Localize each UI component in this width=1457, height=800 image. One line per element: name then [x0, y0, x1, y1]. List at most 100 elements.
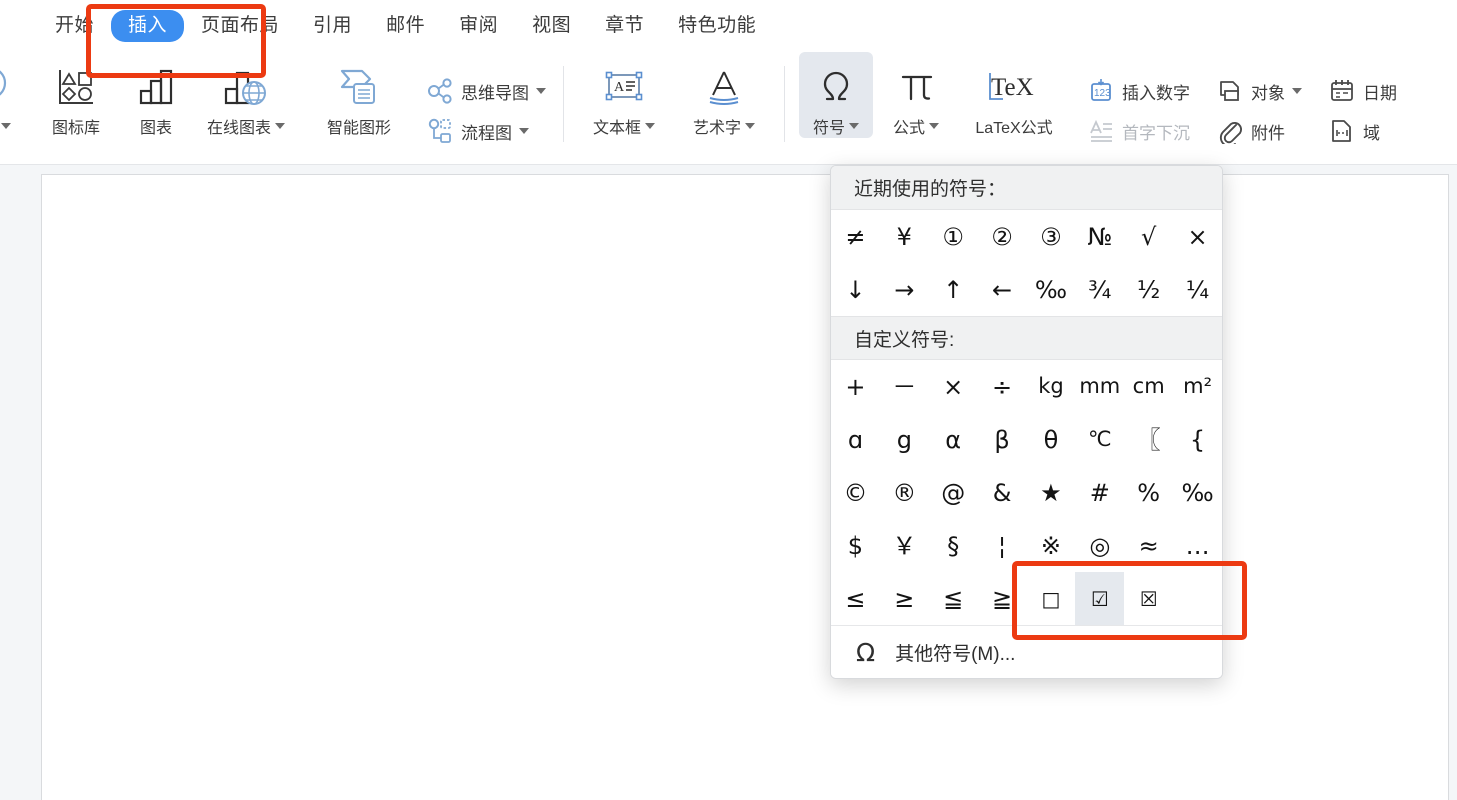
symbol-cell[interactable]: ↑ [929, 263, 978, 316]
latex-label: LaTeX公式 [975, 120, 1053, 137]
date-button[interactable]: 日期 [1321, 73, 1404, 109]
shapes-button[interactable]: 状 [0, 52, 22, 138]
chevron-down-icon[interactable] [1292, 88, 1302, 94]
chevron-down-icon[interactable] [645, 123, 655, 129]
ribbon-tab-bar: 开始 插入 页面布局 引用 邮件 审阅 视图 章节 特色功能 [0, 0, 1457, 52]
symbol-cell-checked-checkbox[interactable]: ☑ [1075, 572, 1125, 625]
symbol-cell[interactable]: √ [1124, 210, 1173, 263]
field-button[interactable]: 域 [1321, 113, 1404, 149]
symbol-cell[interactable]: ★ [1027, 466, 1076, 519]
symbol-cell-blank[interactable] [1173, 572, 1222, 625]
symbol-cell[interactable]: ※ [1027, 519, 1076, 572]
symbol-cell[interactable]: 〖 [1124, 413, 1173, 466]
tab-page-layout[interactable]: 页面布局 [184, 10, 296, 43]
tab-references[interactable]: 引用 [296, 10, 369, 43]
symbol-cell[interactable]: © [831, 466, 880, 519]
symbol-cell[interactable]: $ [831, 519, 880, 572]
symbol-button[interactable]: 符号 [799, 52, 873, 138]
insert-number-label: 插入数字 [1122, 83, 1190, 103]
symbol-cell[interactable]: → [880, 263, 929, 316]
symbol-cell[interactable]: ≥ [880, 572, 929, 625]
chevron-down-icon[interactable] [275, 123, 285, 129]
tab-mailings[interactable]: 邮件 [369, 10, 442, 43]
drop-cap-label: 首字下沉 [1122, 123, 1190, 143]
word-art-button[interactable]: 艺术字 [677, 52, 771, 138]
symbol-cell[interactable]: ≦ [929, 572, 978, 625]
symbol-cell[interactable]: ℃ [1075, 413, 1124, 466]
symbol-cell[interactable]: ≠ [831, 210, 880, 263]
symbol-cell[interactable]: g [880, 413, 929, 466]
tab-start[interactable]: 开始 [38, 10, 111, 43]
symbol-cell-empty-checkbox[interactable]: □ [1027, 572, 1076, 625]
symbol-cell[interactable]: ① [929, 210, 978, 263]
online-chart-button[interactable]: 在线图表 [199, 52, 293, 138]
symbol-cell[interactable]: { [1173, 413, 1222, 466]
chevron-down-icon[interactable] [1, 123, 11, 129]
smart-shape-button[interactable]: 智能图形 [312, 52, 406, 138]
symbol-cell[interactable]: cm [1124, 360, 1173, 413]
tab-view[interactable]: 视图 [515, 10, 588, 43]
symbol-cell[interactable]: ≈ [1124, 519, 1173, 572]
symbol-cell[interactable]: mm [1075, 360, 1124, 413]
symbol-cell[interactable]: § [929, 519, 978, 572]
symbol-cell[interactable]: & [978, 466, 1027, 519]
symbol-cell[interactable]: @ [929, 466, 978, 519]
tab-special-features[interactable]: 特色功能 [661, 10, 773, 43]
symbol-cell[interactable]: ½ [1124, 263, 1173, 316]
symbol-cell[interactable]: ÷ [978, 360, 1027, 413]
symbol-cell[interactable]: ￥ [880, 519, 929, 572]
symbol-cell[interactable]: ↓ [831, 263, 880, 316]
chevron-down-icon[interactable] [745, 123, 755, 129]
symbol-cell[interactable]: % [1124, 466, 1173, 519]
symbol-cell[interactable]: ¥ [880, 210, 929, 263]
symbol-cell[interactable]: ¼ [1173, 263, 1222, 316]
symbol-cell[interactable]: № [1075, 210, 1124, 263]
symbol-cell[interactable]: ≤ [831, 572, 880, 625]
symbol-cell[interactable]: ← [978, 263, 1027, 316]
icon-library-button[interactable]: 图标库 [39, 52, 113, 138]
text-box-button[interactable]: A 文本框 [577, 52, 671, 138]
formula-button[interactable]: 公式 [879, 52, 953, 138]
symbol-cell-crossed-checkbox[interactable]: ☒ [1124, 572, 1173, 625]
symbol-cell[interactable]: ≧ [978, 572, 1027, 625]
symbol-cell[interactable]: θ [1027, 413, 1076, 466]
chevron-down-icon[interactable] [849, 123, 859, 129]
symbol-cell[interactable]: ③ [1027, 210, 1076, 263]
symbol-cell[interactable]: ¾ [1075, 263, 1124, 316]
symbol-cell[interactable]: kg [1027, 360, 1076, 413]
flow-chart-button[interactable]: 流程图 [419, 113, 553, 149]
symbol-cell[interactable]: α [929, 413, 978, 466]
attachment-button[interactable]: 附件 [1209, 113, 1309, 149]
symbol-cell[interactable]: × [929, 360, 978, 413]
more-symbols-menu-item[interactable]: Ω 其他符号(M)... [831, 625, 1222, 678]
object-button[interactable]: 对象 [1209, 73, 1309, 109]
insert-number-button[interactable]: 123 插入数字 [1080, 73, 1197, 109]
date-field-group: 日期 域 [1321, 52, 1404, 164]
symbol-cell[interactable]: ② [978, 210, 1027, 263]
chart-button[interactable]: 图表 [119, 52, 193, 138]
tab-sections[interactable]: 章节 [588, 10, 661, 43]
drop-cap-button[interactable]: 首字下沉 [1080, 113, 1197, 149]
symbol-cell[interactable]: ɑ [831, 413, 880, 466]
symbol-cell[interactable]: m² [1173, 360, 1222, 413]
latex-button[interactable]: TeX LaTeX公式 [959, 52, 1069, 138]
symbol-cell[interactable]: + [831, 360, 880, 413]
svg-text:123: 123 [1094, 88, 1111, 99]
chevron-down-icon[interactable] [536, 88, 546, 94]
tab-review[interactable]: 审阅 [442, 10, 515, 43]
document-page[interactable] [42, 175, 1448, 800]
symbol-cell[interactable]: # [1075, 466, 1124, 519]
chevron-down-icon[interactable] [929, 123, 939, 129]
symbol-cell[interactable]: ® [880, 466, 929, 519]
chevron-down-icon[interactable] [519, 128, 529, 134]
symbol-cell[interactable]: ¦ [978, 519, 1027, 572]
mind-map-button[interactable]: 思维导图 [419, 73, 553, 109]
symbol-cell[interactable]: × [1173, 210, 1222, 263]
symbol-cell[interactable]: ◎ [1075, 519, 1124, 572]
symbol-cell[interactable]: β [978, 413, 1027, 466]
symbol-cell[interactable]: ‰ [1027, 263, 1076, 316]
symbol-cell[interactable]: … [1173, 519, 1222, 572]
symbol-cell[interactable]: ‰ [1173, 466, 1222, 519]
tab-insert[interactable]: 插入 [111, 9, 185, 43]
symbol-cell[interactable]: － [880, 360, 929, 413]
